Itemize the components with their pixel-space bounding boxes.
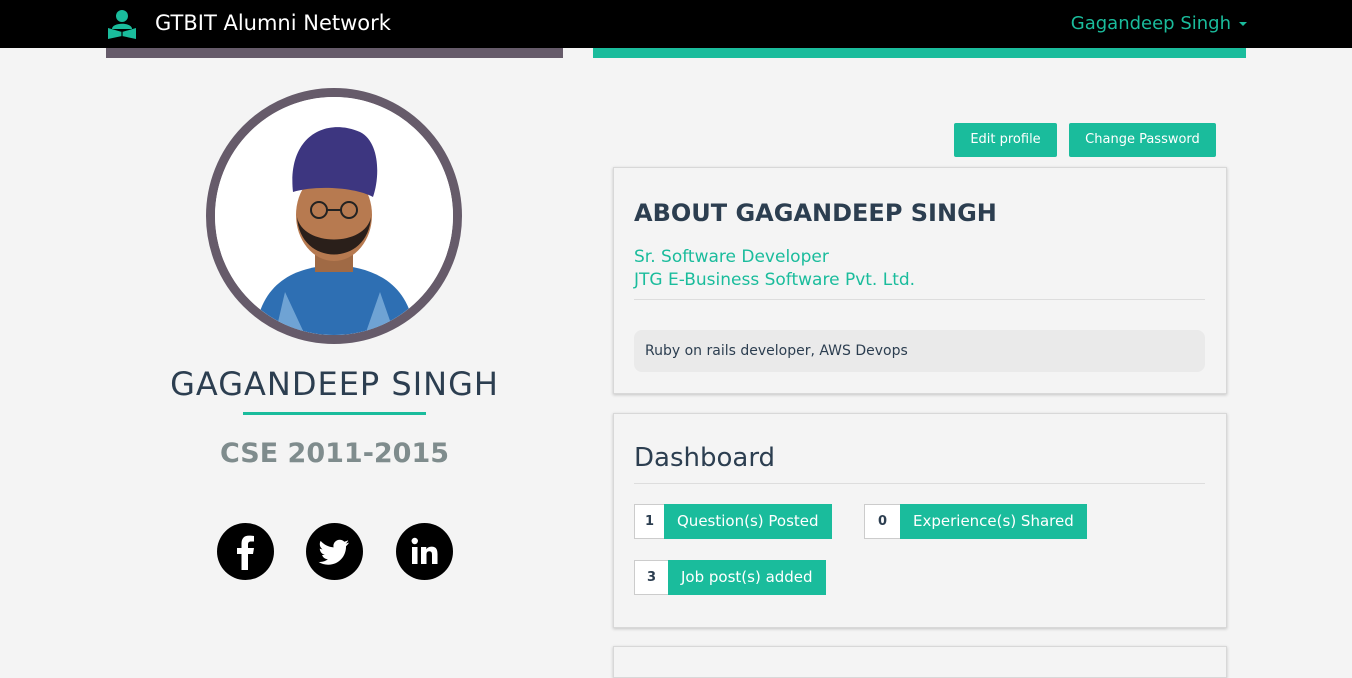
avatar — [206, 88, 462, 344]
stat-label: Question(s) Posted — [664, 504, 832, 539]
profile-name: GAGANDEEP SINGH — [170, 365, 499, 403]
edit-profile-button[interactable]: Edit profile — [954, 123, 1057, 157]
facebook-icon[interactable] — [217, 523, 274, 580]
stat-job-posts-added[interactable]: 3 Job post(s) added — [634, 560, 826, 595]
caret-down-icon — [1239, 22, 1247, 26]
company-name: JTG E-Business Software Pvt. Ltd. — [634, 270, 916, 290]
stat-count: 3 — [634, 560, 668, 595]
stat-questions-posted[interactable]: 1 Question(s) Posted — [634, 504, 832, 539]
stat-count: 1 — [634, 504, 664, 539]
left-accent-bar — [106, 48, 563, 58]
dashboard-card: Dashboard 1 Question(s) Posted 0 Experie… — [613, 413, 1227, 628]
dashboard-title: Dashboard — [634, 443, 776, 473]
dashboard-divider — [634, 483, 1205, 484]
linkedin-icon[interactable] — [396, 523, 453, 580]
user-menu-name: Gagandeep Singh — [1070, 13, 1231, 34]
about-title: ABOUT GAGANDEEP SINGH — [634, 199, 997, 227]
stat-label: Experience(s) Shared — [900, 504, 1087, 539]
about-card: ABOUT GAGANDEEP SINGH Sr. Software Devel… — [613, 167, 1227, 394]
twitter-icon[interactable] — [306, 523, 363, 580]
graduate-reading-icon[interactable] — [105, 7, 139, 41]
brand-name[interactable]: GTBIT Alumni Network — [155, 9, 391, 37]
job-role: Sr. Software Developer — [634, 247, 829, 267]
stat-experiences-shared[interactable]: 0 Experience(s) Shared — [864, 504, 1087, 539]
stat-label: Job post(s) added — [668, 560, 826, 595]
about-divider — [634, 299, 1205, 300]
top-navbar: GTBIT Alumni Network Gagandeep Singh — [0, 0, 1352, 48]
batch-label: CSE 2011-2015 — [219, 438, 450, 469]
right-accent-bar — [593, 48, 1246, 58]
user-menu-dropdown[interactable]: Gagandeep Singh — [1071, 11, 1247, 37]
change-password-button[interactable]: Change Password — [1069, 123, 1216, 157]
next-card — [613, 646, 1227, 678]
stat-count: 0 — [864, 504, 900, 539]
bio-text: Ruby on rails developer, AWS Devops — [634, 330, 1205, 372]
name-underline — [243, 412, 426, 415]
